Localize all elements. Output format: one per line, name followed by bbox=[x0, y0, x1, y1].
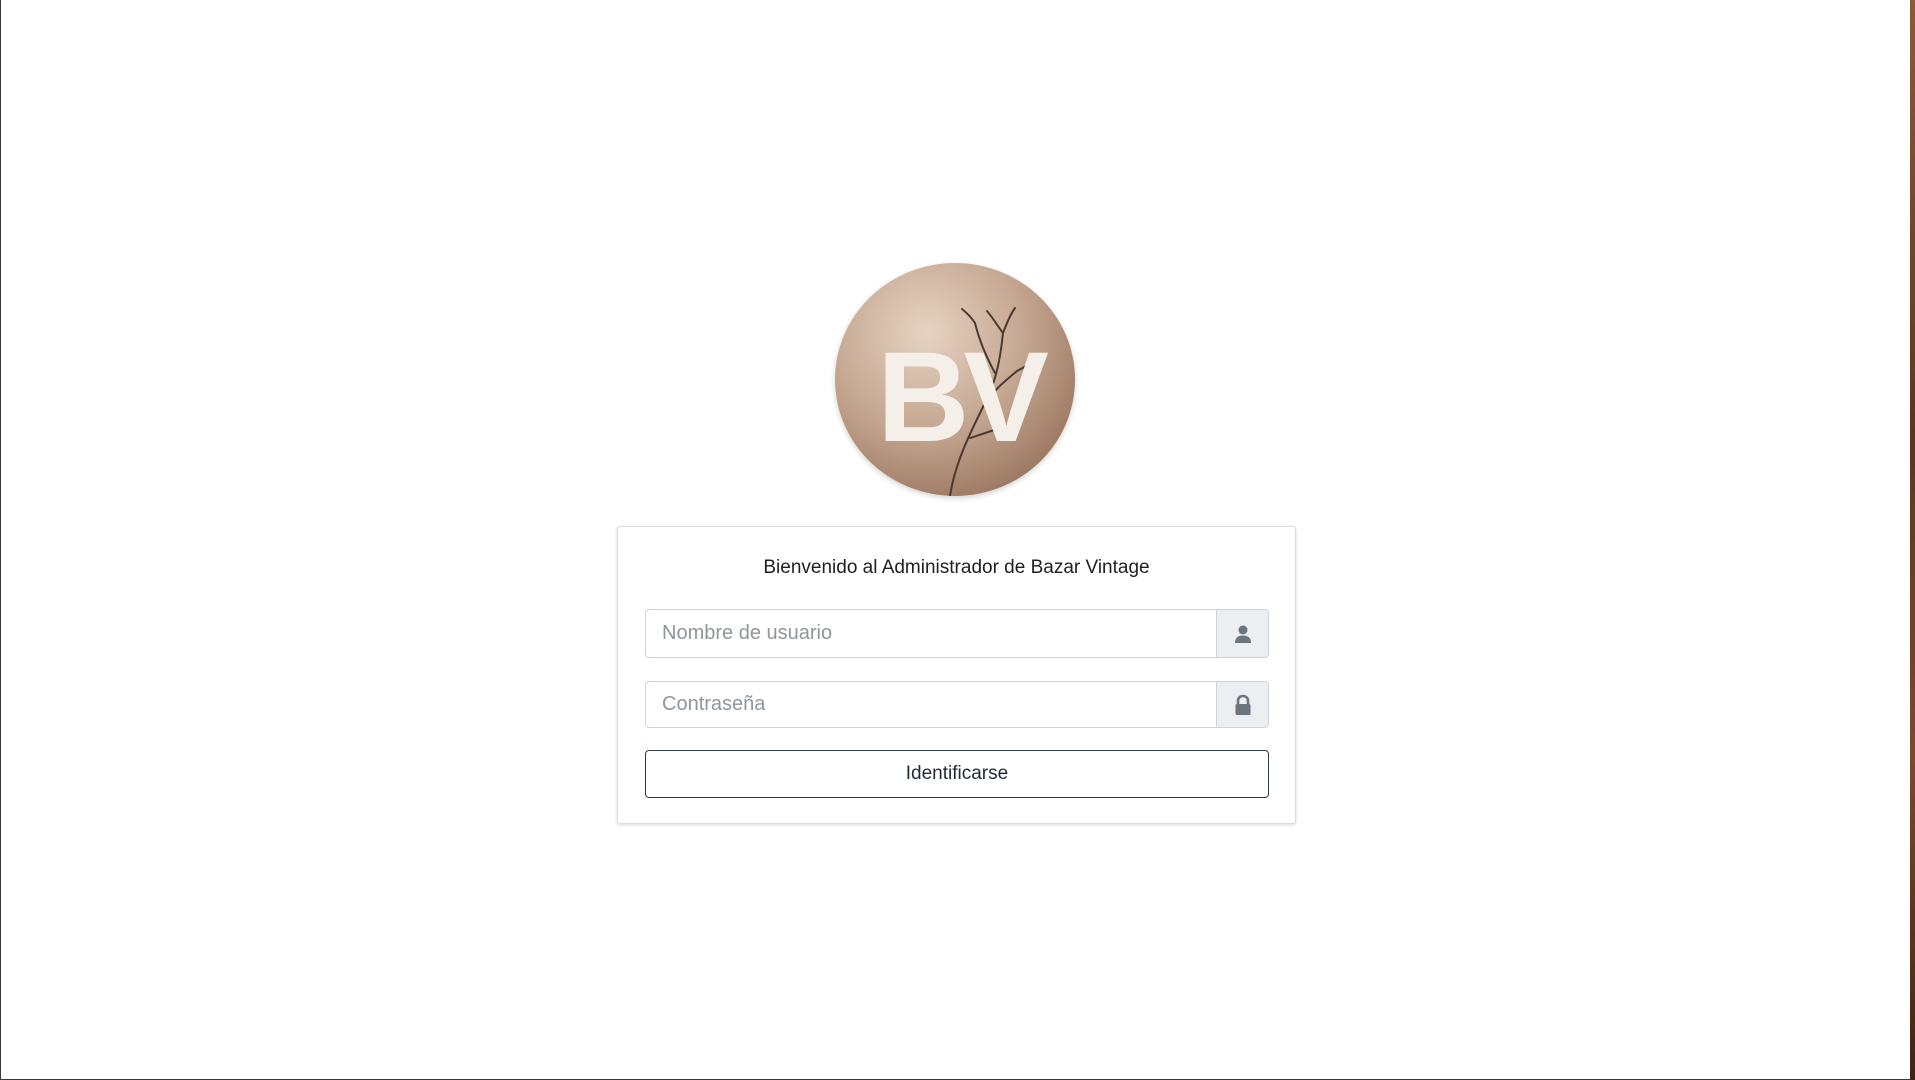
login-title: Bienvenido al Administrador de Bazar Vin… bbox=[763, 557, 1150, 578]
password-addon bbox=[1216, 681, 1269, 728]
bazar-vintage-logo: BV bbox=[835, 263, 1075, 496]
logo-text: BV bbox=[877, 326, 1048, 469]
username-input[interactable] bbox=[645, 609, 1216, 658]
username-group bbox=[645, 609, 1269, 658]
logo-graphic: BV bbox=[877, 307, 1054, 496]
lock-icon bbox=[1235, 694, 1250, 715]
window-edge bbox=[1910, 0, 1915, 1080]
username-addon bbox=[1216, 609, 1269, 658]
user-icon bbox=[1234, 625, 1251, 643]
login-button[interactable]: Identificarse bbox=[645, 750, 1269, 798]
login-card: Bienvenido al Administrador de Bazar Vin… bbox=[617, 526, 1296, 824]
password-group bbox=[645, 681, 1269, 728]
password-input[interactable] bbox=[645, 681, 1216, 728]
